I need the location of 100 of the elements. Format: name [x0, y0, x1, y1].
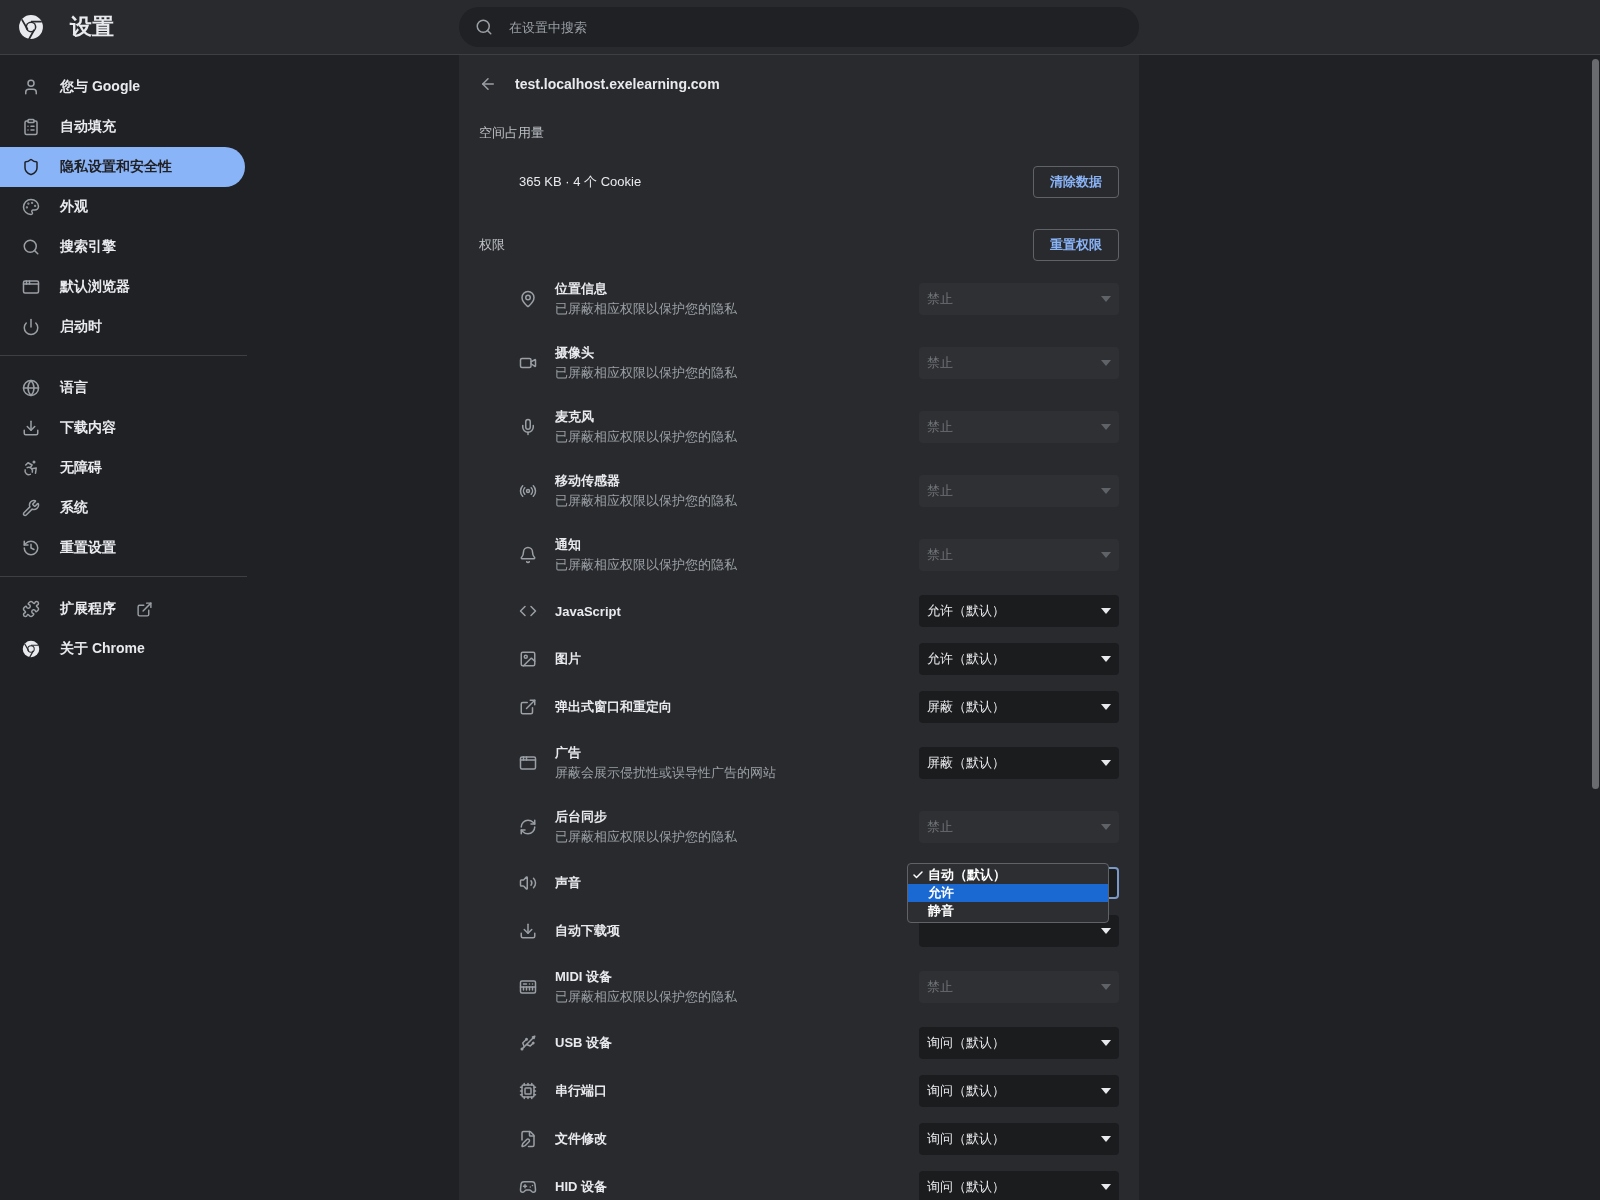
sidebar-item[interactable]: 您与 Google: [0, 67, 245, 107]
sidebar-item[interactable]: 语言: [0, 368, 245, 408]
sidebar-item[interactable]: 外观: [0, 187, 245, 227]
permission-title: 串行端口: [555, 1082, 608, 1100]
permission-title: 麦克风: [555, 408, 595, 426]
caret-icon: [1101, 1184, 1111, 1190]
file-edit-icon: [519, 1130, 537, 1148]
download-icon: [519, 922, 537, 940]
download-icon: [22, 419, 40, 437]
shield-icon: [22, 158, 40, 176]
search-field[interactable]: 在设置中搜索: [507, 18, 1123, 36]
caret-icon: [1101, 1040, 1111, 1046]
permission-title: 广告: [555, 744, 582, 762]
caret-icon: [1101, 608, 1111, 614]
permission-description: 已屏蔽相应权限以保护您的隐私: [555, 429, 738, 446]
sidebar-item[interactable]: 重置设置: [0, 528, 245, 568]
keyboard-icon: [519, 978, 537, 996]
sidebar-item[interactable]: 隐私设置和安全性: [0, 147, 245, 187]
caret-icon: [1101, 760, 1111, 766]
caret-icon: [1101, 704, 1111, 710]
permission-select[interactable]: 询问（默认）: [919, 1027, 1119, 1059]
caret-icon: [1101, 1088, 1111, 1094]
section-heading: 空间占用量: [479, 124, 544, 142]
clear-data-button[interactable]: 清除数据: [1033, 166, 1119, 198]
scrollbar-thumb[interactable]: [1591, 59, 1599, 789]
external-link-icon: [519, 698, 537, 716]
permission-select[interactable]: 询问（默认）: [919, 1171, 1119, 1200]
permission-description: 已屏蔽相应权限以保护您的隐私: [555, 301, 738, 318]
page-title: 设置: [70, 13, 114, 41]
window-icon: [519, 754, 537, 772]
permission-select[interactable]: 屏蔽（默认）: [919, 747, 1119, 779]
sidebar-item[interactable]: 自动填充: [0, 107, 245, 147]
permission-description: 已屏蔽相应权限以保护您的隐私: [555, 989, 738, 1006]
caret-icon: [1101, 552, 1111, 558]
caret-icon: [1101, 928, 1111, 934]
reset-permissions-button[interactable]: 重置权限: [1033, 229, 1119, 261]
person-icon: [22, 78, 40, 96]
sidebar-item[interactable]: 无障碍: [0, 448, 245, 488]
usb-icon: [519, 1034, 537, 1052]
chrome-logo-icon: [18, 14, 44, 40]
sidebar-item[interactable]: 下载内容: [0, 408, 245, 448]
image-icon: [519, 650, 537, 668]
dropdown-option[interactable]: 自动（默认）: [908, 866, 1108, 884]
sidebar-item[interactable]: 启动时: [0, 307, 245, 347]
permission-select[interactable]: 询问（默认）: [919, 1123, 1119, 1155]
caret-icon: [1101, 424, 1111, 430]
browser-window-icon: [22, 278, 40, 296]
caret-icon: [1101, 488, 1111, 494]
search-bar[interactable]: 在设置中搜索: [459, 7, 1139, 47]
permission-select[interactable]: 屏蔽（默认）: [919, 691, 1119, 723]
permission-select[interactable]: 询问（默认）: [919, 1075, 1119, 1107]
checkmark-icon: [912, 869, 924, 881]
accessibility-icon: [22, 459, 40, 477]
permission-title: 摄像头: [555, 344, 595, 362]
site-title: test.localhost.exelearning.com: [515, 76, 720, 92]
permission-select[interactable]: 允许（默认）: [919, 595, 1119, 627]
permission-title: 通知: [555, 536, 582, 554]
permission-description: 已屏蔽相应权限以保护您的隐私: [555, 493, 738, 510]
sidebar-item[interactable]: 默认浏览器: [0, 267, 245, 307]
storage-summary: 365 KB · 4 个 Cookie: [519, 173, 642, 191]
caret-icon: [1101, 824, 1111, 830]
permission-select[interactable]: 允许（默认）: [919, 643, 1119, 675]
permission-title: MIDI 设备: [555, 968, 614, 986]
wrench-icon: [22, 499, 40, 517]
permission-title: 文件修改: [555, 1130, 608, 1148]
caret-icon: [1101, 1136, 1111, 1142]
sidebar-item[interactable]: 扩展程序: [0, 589, 245, 629]
permission-title: JavaScript: [555, 603, 622, 619]
permission-description: 已屏蔽相应权限以保护您的隐私: [555, 365, 738, 382]
external-link-icon: [136, 600, 153, 618]
chrome-logo-icon: [22, 640, 40, 658]
caret-icon: [1101, 360, 1111, 366]
permission-title: HID 设备: [555, 1178, 608, 1196]
permission-title: USB 设备: [555, 1034, 614, 1052]
sidebar-item[interactable]: 系统: [0, 488, 245, 528]
gamepad-icon: [519, 1178, 537, 1196]
sync-icon: [519, 818, 537, 836]
permission-description: 已屏蔽相应权限以保护您的隐私: [555, 557, 738, 574]
microphone-icon: [519, 418, 537, 436]
sidebar-item[interactable]: 关于 Chrome: [0, 629, 245, 669]
location-pin-icon: [519, 290, 537, 308]
power-icon: [22, 318, 40, 336]
search-icon: [22, 238, 40, 256]
permission-title: 声音: [555, 874, 582, 892]
globe-icon: [22, 379, 40, 397]
sidebar-item[interactable]: 搜索引擎: [0, 227, 245, 267]
permission-title: 自动下载项: [555, 922, 621, 940]
puzzle-icon: [22, 600, 40, 618]
permission-description: 屏蔽会展示侵扰性或误导性广告的网站: [555, 765, 777, 782]
dropdown-option[interactable]: 允许: [908, 884, 1108, 902]
sensor-icon: [519, 482, 537, 500]
search-icon: [475, 18, 493, 36]
history-icon: [22, 539, 40, 557]
permission-title: 移动传感器: [555, 472, 621, 490]
caret-icon: [1101, 656, 1111, 662]
section-heading: 权限: [479, 236, 505, 254]
permission-title: 图片: [555, 650, 582, 668]
caret-icon: [1101, 984, 1111, 990]
bell-icon: [519, 546, 537, 564]
dropdown-option[interactable]: 静音: [908, 902, 1108, 920]
